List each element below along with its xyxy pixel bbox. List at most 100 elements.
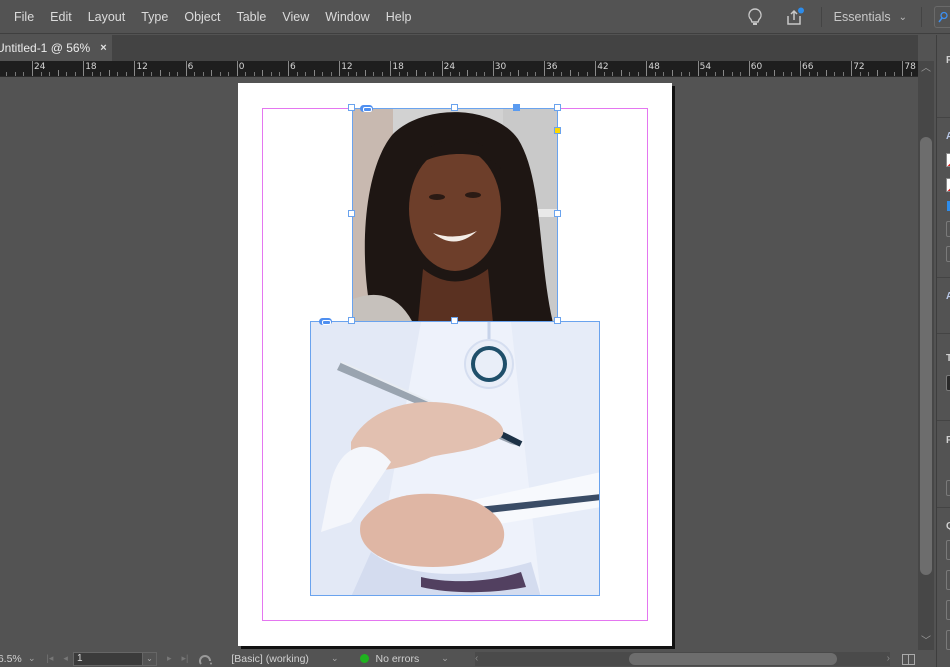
menu-view[interactable]: View	[274, 0, 317, 34]
menu-table[interactable]: Table	[228, 0, 274, 34]
preflight-profile-dropdown-icon[interactable]: ⌄	[331, 653, 339, 664]
page-dropdown-icon[interactable]: ⌄	[142, 651, 157, 666]
menu-file[interactable]: File	[6, 0, 42, 34]
ruler-minor-tick	[100, 72, 102, 76]
panel-control-icon[interactable]	[946, 375, 950, 391]
resize-handle-left[interactable]	[348, 210, 355, 217]
ruler-minor-tick	[637, 72, 639, 76]
preflight-icon[interactable]	[199, 653, 213, 665]
resize-handle-bottom[interactable]	[451, 317, 458, 324]
vertical-scroll-thumb[interactable]	[920, 137, 932, 575]
scroll-right-icon[interactable]: ›	[887, 652, 890, 666]
vertical-scrollbar[interactable]: ︿ ﹀	[918, 61, 934, 650]
share-icon[interactable]	[785, 7, 805, 27]
ruler-minor-tick	[612, 72, 614, 76]
ruler-minor-tick	[347, 72, 349, 76]
errors-status[interactable]: No errors	[375, 653, 419, 665]
resize-handle-right[interactable]	[554, 210, 561, 217]
ruler-minor-tick	[868, 72, 870, 76]
menu-object[interactable]: Object	[176, 0, 228, 34]
resize-handle-top-left[interactable]	[348, 104, 355, 111]
horizontal-ruler[interactable]: 24 18 12 6 0 6 12 18 24 30 36 42 48 54 60 66 72 78	[0, 61, 918, 77]
ruler-minor-tick	[458, 72, 460, 76]
resize-handle-top[interactable]	[451, 104, 458, 111]
horizontal-scrollbar[interactable]: ‹ ›	[475, 652, 890, 666]
menu-help[interactable]: Help	[378, 0, 420, 34]
panel-section-label: T	[946, 353, 950, 364]
panel-control-icon[interactable]	[946, 246, 950, 262]
link-icon[interactable]	[319, 318, 332, 325]
page-number-input[interactable]: 1	[72, 651, 143, 666]
ruler-minor-tick	[765, 72, 767, 76]
scroll-down-icon[interactable]: ﹀	[918, 634, 934, 650]
close-icon[interactable]: ×	[100, 42, 106, 54]
menu-separator	[921, 7, 922, 27]
ruler-major-tick	[851, 61, 853, 76]
ruler-minor-tick	[808, 72, 810, 76]
pasteboard[interactable]	[0, 77, 918, 650]
ruler-minor-tick	[603, 72, 605, 76]
ruler-major-tick	[800, 61, 801, 76]
ruler-minor-tick	[714, 72, 716, 76]
zoom-level[interactable]: 56.5%	[0, 653, 22, 665]
ruler-minor-tick	[245, 72, 247, 76]
workspace-switcher[interactable]: Essentials ⌄	[834, 10, 907, 24]
live-corner-handle[interactable]	[554, 127, 561, 134]
split-window-icon[interactable]	[902, 654, 915, 665]
menu-window[interactable]: Window	[317, 0, 377, 34]
ruler-minor-tick	[108, 70, 110, 76]
doctor-image-frame[interactable]	[310, 321, 600, 596]
preflight-profile[interactable]: [Basic] (working)	[231, 653, 309, 665]
next-page-icon[interactable]: ▸	[167, 653, 172, 664]
document-page[interactable]	[238, 83, 672, 646]
ruler-tick-label: 30	[494, 62, 507, 72]
horizontal-scroll-thumb[interactable]	[629, 653, 837, 665]
zoom-dropdown-icon[interactable]: ⌄	[28, 653, 36, 664]
fill-swatch-icon[interactable]	[946, 153, 950, 167]
ruler-major-tick	[492, 61, 494, 76]
resize-handle-top-right[interactable]	[554, 104, 561, 111]
panel-control-icon[interactable]	[946, 480, 950, 496]
document-tab[interactable]: Untitled-1 @ 56% ×	[0, 35, 112, 61]
ruler-minor-tick	[6, 72, 8, 76]
content-grabber-handle[interactable]	[513, 104, 520, 111]
scroll-up-icon[interactable]: ︿	[918, 61, 934, 77]
ruler-minor-tick	[322, 72, 324, 76]
panel-control-icon[interactable]	[946, 221, 950, 237]
resize-handle-bottom-left[interactable]	[348, 317, 355, 324]
ruler-major-tick	[390, 61, 392, 76]
menu-type[interactable]: Type	[133, 0, 176, 34]
errors-dropdown-icon[interactable]: ⌄	[441, 653, 449, 664]
ruler-tick-label: 18	[85, 62, 97, 72]
portrait-image	[353, 109, 557, 321]
ruler-minor-tick	[279, 72, 281, 76]
ruler-major-tick	[32, 61, 33, 76]
search-button[interactable]	[934, 6, 950, 28]
ruler-tick-label: 24	[443, 62, 456, 72]
menu-layout[interactable]: Layout	[80, 0, 134, 34]
panel-section-label: A	[946, 291, 950, 302]
ruler-minor-tick	[219, 72, 221, 76]
panel-control-icon[interactable]	[946, 630, 950, 650]
portrait-image-frame[interactable]	[352, 108, 558, 322]
ruler-minor-tick	[202, 72, 204, 76]
ruler-major-tick	[288, 61, 289, 76]
ruler-minor-tick	[296, 72, 298, 76]
panel-control-icon[interactable]	[946, 570, 950, 590]
ruler-minor-tick	[142, 72, 144, 76]
stroke-swatch-icon[interactable]	[946, 178, 950, 192]
panel-control-icon[interactable]	[946, 600, 950, 620]
menu-edit[interactable]: Edit	[42, 0, 80, 34]
panel-control-icon[interactable]	[946, 540, 950, 560]
ruler-minor-tick	[740, 72, 742, 76]
menu-separator	[820, 7, 822, 27]
last-page-icon[interactable]: ▸|	[181, 653, 188, 664]
first-page-icon[interactable]: |◂	[47, 653, 54, 664]
link-icon[interactable]	[360, 105, 373, 112]
lightbulb-icon[interactable]	[747, 7, 763, 27]
scroll-left-icon[interactable]: ‹	[475, 652, 478, 666]
resize-handle-bottom-right[interactable]	[554, 317, 561, 324]
ruler-minor-tick	[398, 72, 400, 76]
ruler-tick-label: 60	[750, 62, 763, 72]
previous-page-icon[interactable]: ◂	[63, 653, 68, 664]
